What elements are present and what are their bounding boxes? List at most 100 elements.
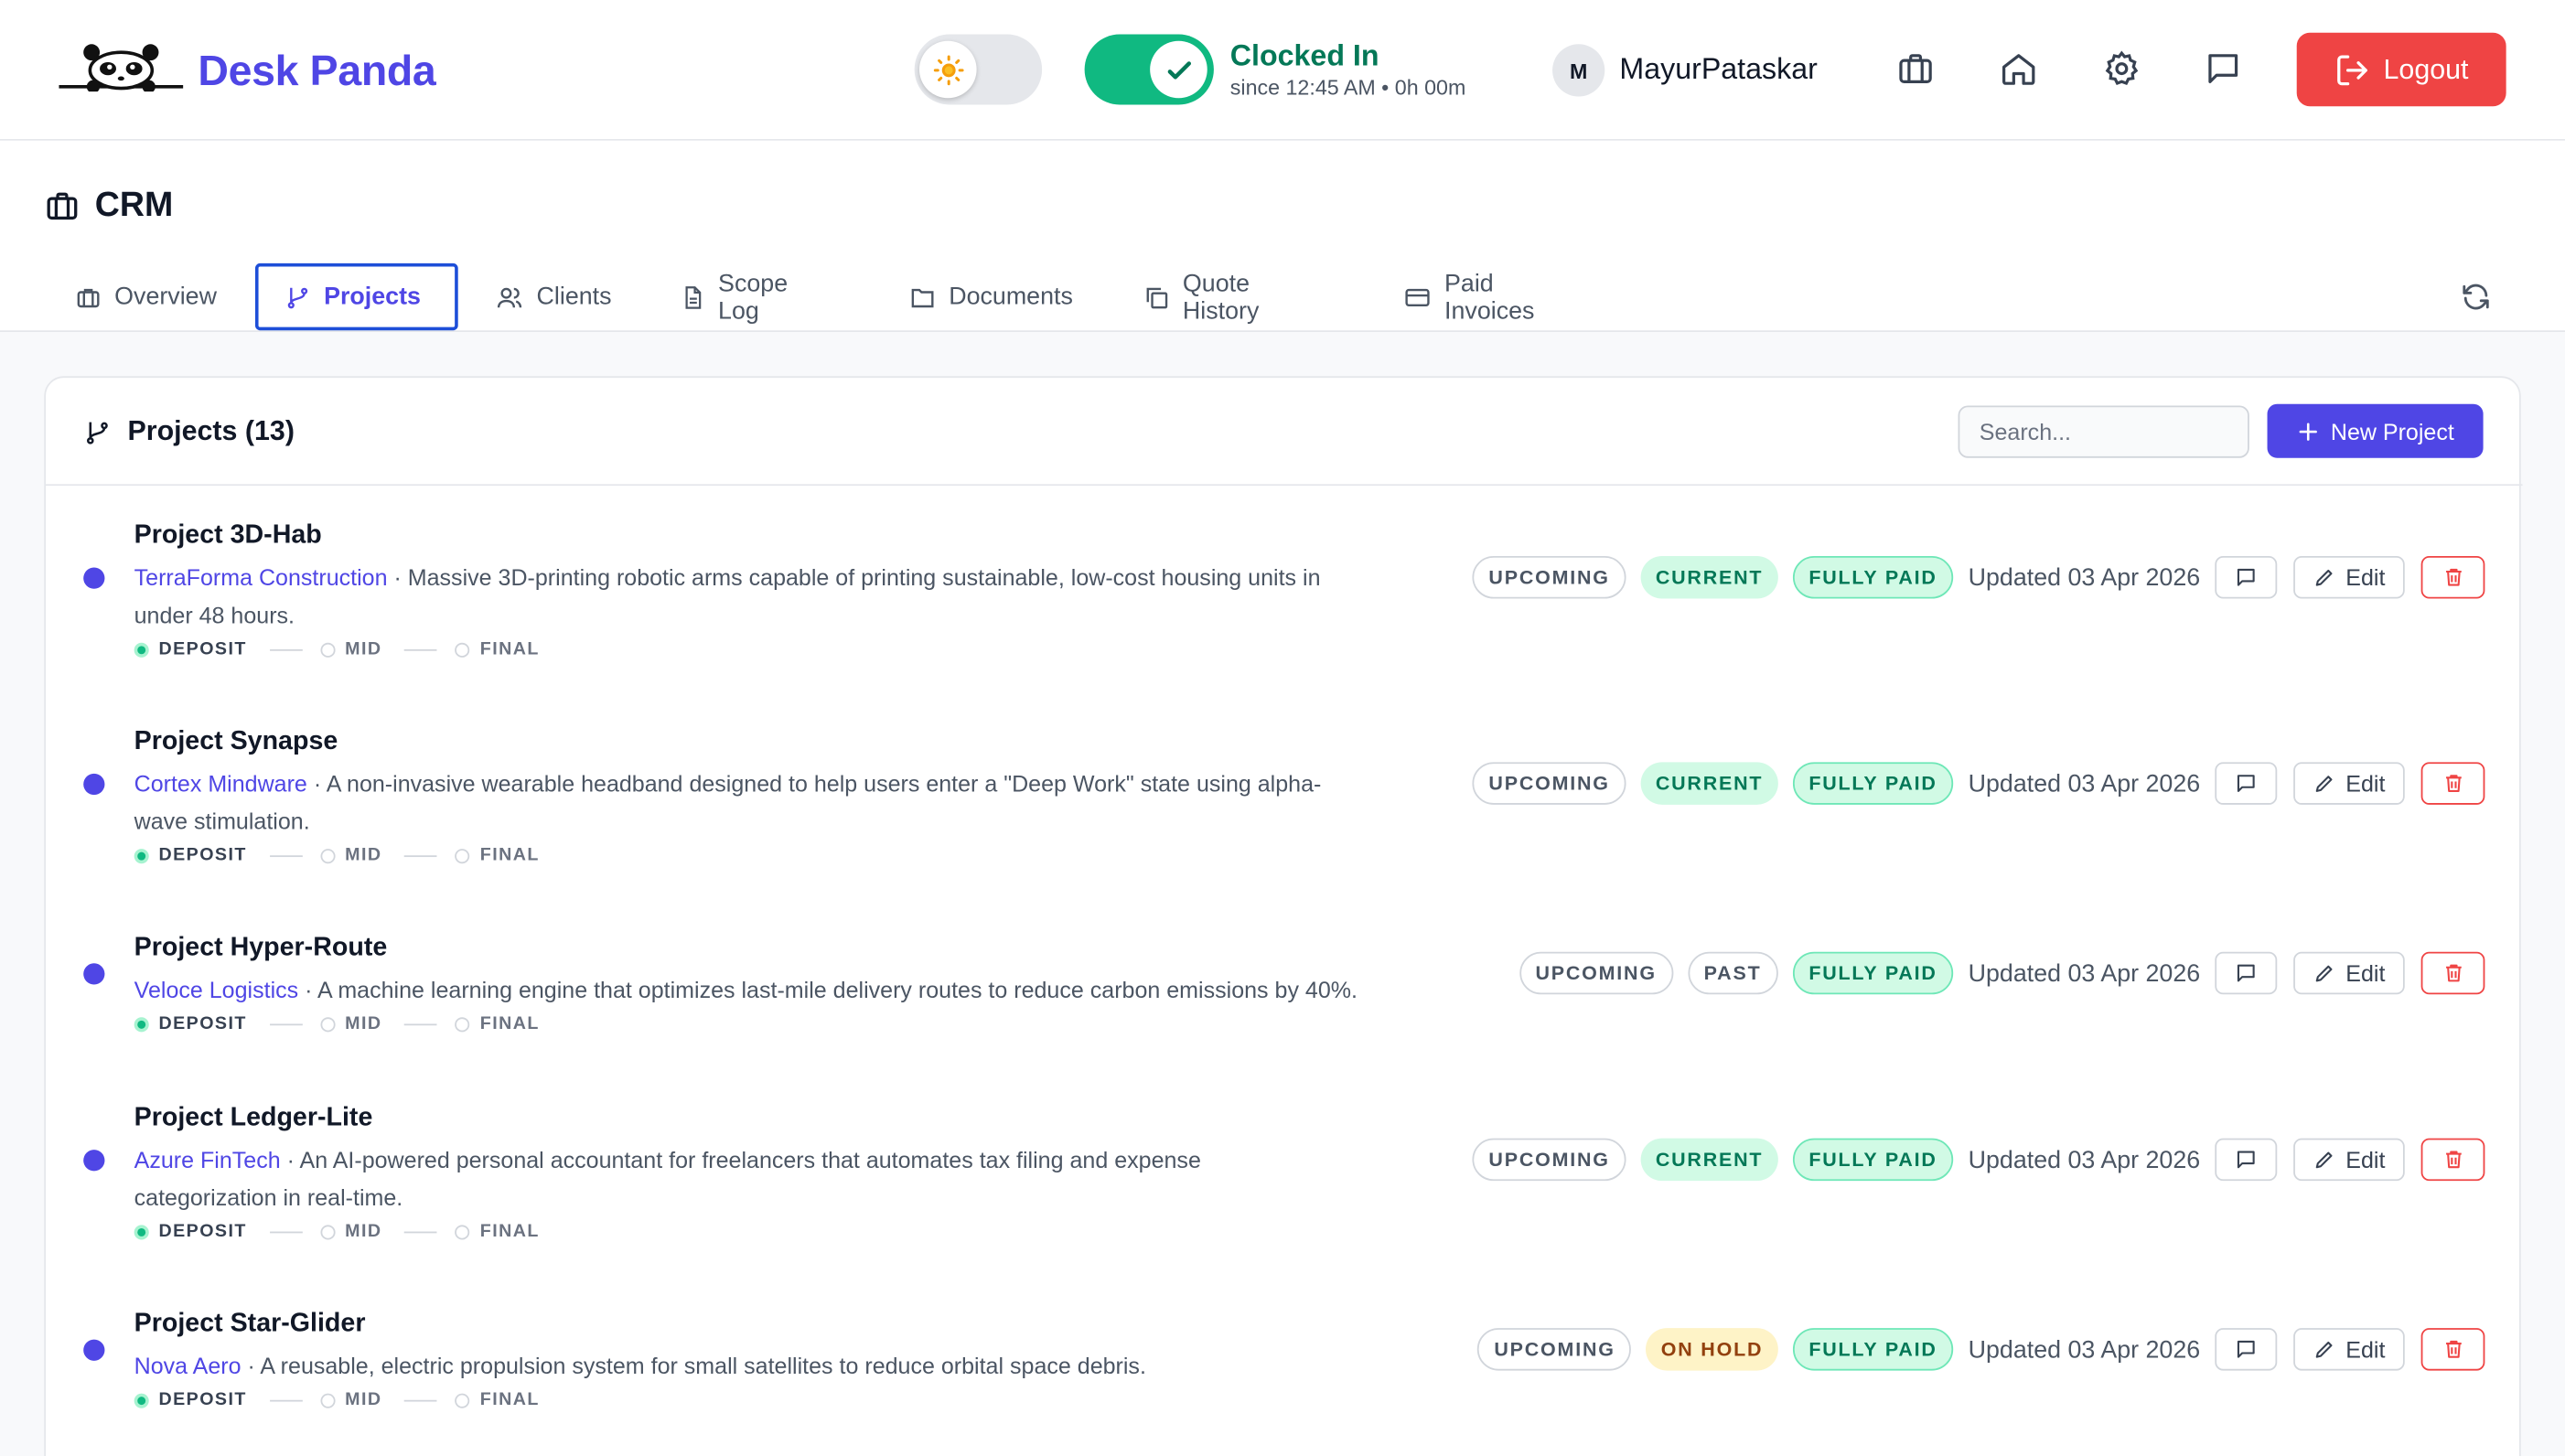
chat-icon [2235, 772, 2258, 795]
comment-button[interactable] [2215, 951, 2278, 995]
project-description: TerraForma Construction · Massive 3D-pri… [134, 560, 1321, 635]
delete-button[interactable] [2420, 951, 2485, 995]
home-icon[interactable] [1999, 49, 2038, 89]
chat-icon[interactable] [2204, 49, 2243, 89]
milestone-connector [269, 854, 303, 857]
project-name[interactable]: Project Ledger-Lite [134, 1104, 373, 1133]
milestone-connector [404, 1022, 438, 1025]
tab-paid-invoices[interactable]: Paid Invoices [1378, 263, 1561, 330]
milestone-label: MID [345, 1390, 382, 1410]
project-name[interactable]: Project Synapse [134, 728, 338, 757]
client-link[interactable]: Cortex Mindware [134, 770, 307, 797]
tab-quote-history[interactable]: Quote History [1117, 263, 1285, 330]
milestone-label: DEPOSIT [158, 1390, 247, 1410]
milestone-mid: MID [320, 1390, 381, 1409]
milestone-dot [455, 1392, 471, 1408]
payment-milestones: DEPOSIT MID FINAL [134, 1222, 540, 1241]
logout-label: Logout [2383, 53, 2469, 85]
project-name[interactable]: Project 3D-Hab [134, 521, 322, 551]
milestone-connector [269, 1230, 303, 1233]
trash-icon [2442, 566, 2464, 589]
trash-icon [2442, 1148, 2464, 1171]
logout-icon [2334, 51, 2370, 87]
comment-button[interactable] [2215, 762, 2278, 805]
pencil-icon [2313, 1148, 2335, 1171]
comment-button[interactable] [2215, 556, 2278, 599]
logout-button[interactable]: Logout [2296, 32, 2506, 107]
edit-button[interactable]: Edit [2293, 1328, 2405, 1371]
brand-name[interactable]: Desk Panda [198, 46, 435, 96]
milestone-label: MID [345, 1013, 382, 1034]
briefcase-icon [44, 188, 80, 224]
tab-documents[interactable]: Documents [884, 263, 1100, 330]
updated-date: Updated 03 Apr 2026 [1968, 958, 2201, 988]
avatar[interactable]: M [1552, 44, 1605, 97]
milestone-final: FINAL [455, 639, 540, 659]
delete-button[interactable] [2420, 762, 2485, 805]
milestone-mid: MID [320, 639, 381, 659]
description-line-1: · A machine learning engine that optimiz… [298, 976, 1358, 1003]
tab-scope-log[interactable]: Scope Log [654, 263, 813, 330]
payment-milestones: DEPOSIT MID FINAL [134, 1014, 540, 1033]
milestone-mid: MID [320, 846, 381, 865]
edit-button[interactable]: Edit [2293, 1138, 2405, 1182]
clock-in-toggle[interactable] [1084, 34, 1214, 105]
milestone-deposit: DEPOSIT [134, 1390, 247, 1409]
edit-button[interactable]: Edit [2293, 762, 2405, 805]
project-status-dot [83, 1339, 105, 1361]
tab-label: Clients [536, 283, 612, 311]
status-badge: FULLY PAID [1792, 1328, 1954, 1371]
payment-milestones: DEPOSIT MID FINAL [134, 846, 540, 865]
milestone-connector [404, 1230, 438, 1233]
project-meta: UPCOMING ON HOLD FULLY PAID Updated 03 Apr… [1477, 1328, 2523, 1371]
check-icon [1150, 40, 1207, 99]
milestone-dot [320, 1016, 336, 1032]
comment-button[interactable] [2215, 1328, 2278, 1371]
updated-date: Updated 03 Apr 2026 [1968, 1145, 2201, 1174]
delete-button[interactable] [2420, 556, 2485, 599]
refresh-icon[interactable] [2461, 282, 2492, 313]
description-line-2: categorization in real-time. [134, 1183, 403, 1211]
project-description: Veloce Logistics · A machine learning en… [134, 971, 1358, 1009]
status-badge: UPCOMING [1519, 951, 1673, 995]
tab-overview[interactable]: Overview [49, 263, 243, 330]
theme-toggle[interactable] [914, 34, 1043, 105]
comment-button[interactable] [2215, 1138, 2278, 1182]
briefcase-icon[interactable] [1896, 49, 1936, 89]
client-link[interactable]: TerraForma Construction [134, 564, 388, 591]
project-name[interactable]: Project Hyper-Route [134, 934, 388, 963]
gear-icon[interactable] [2102, 49, 2141, 89]
project-description: Azure FinTech · An AI-powered personal a… [134, 1141, 1201, 1216]
trash-icon [2442, 961, 2464, 984]
milestone-dot [455, 1224, 471, 1239]
project-description: Cortex Mindware · A non-invasive wearabl… [134, 765, 1322, 840]
payment-milestones: DEPOSIT MID FINAL [134, 1390, 540, 1409]
chat-icon [2235, 1148, 2258, 1171]
milestone-final: FINAL [455, 1014, 540, 1033]
client-link[interactable]: Veloce Logistics [134, 977, 299, 1003]
client-link[interactable]: Nova Aero [134, 1353, 241, 1379]
milestone-connector [404, 1398, 438, 1401]
milestone-deposit: DEPOSIT [134, 1014, 247, 1033]
tab-clients[interactable]: Clients [469, 263, 638, 330]
project-description: Nova Aero · A reusable, electric propuls… [134, 1348, 1146, 1386]
username[interactable]: MayurPataskar [1619, 52, 1817, 87]
delete-button[interactable] [2420, 1328, 2485, 1371]
edit-button[interactable]: Edit [2293, 556, 2405, 599]
new-project-button[interactable]: New Project [2267, 403, 2484, 458]
milestone-dot [455, 641, 471, 657]
delete-button[interactable] [2420, 1138, 2485, 1182]
edit-label: Edit [2345, 1146, 2386, 1173]
status-badge: FULLY PAID [1792, 951, 1954, 995]
edit-button[interactable]: Edit [2293, 951, 2405, 995]
milestone-dot [134, 1392, 149, 1408]
milestone-connector [269, 648, 303, 650]
project-name[interactable]: Project Star-Glider [134, 1310, 366, 1339]
chat-icon [2235, 961, 2258, 984]
tab-label: Quote History [1182, 269, 1260, 325]
tab-projects[interactable]: Projects [254, 262, 458, 331]
search-input[interactable] [1958, 405, 2249, 458]
client-link[interactable]: Azure FinTech [134, 1147, 281, 1173]
milestone-dot [455, 848, 471, 863]
status-badge: UPCOMING [1472, 1138, 1626, 1182]
